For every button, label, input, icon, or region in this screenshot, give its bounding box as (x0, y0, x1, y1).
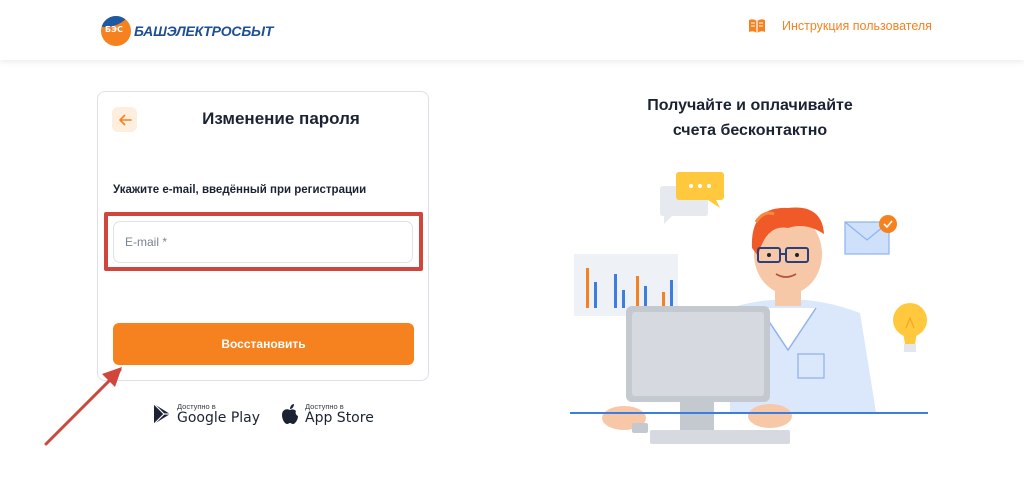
light-bulb-icon (893, 303, 927, 352)
password-reset-card: Изменение пароля Укажите e-mail, введённ… (97, 91, 429, 381)
app-store-badge[interactable]: Доступно в App Store (280, 400, 374, 428)
logo-icon: БЭС (101, 16, 131, 46)
app-store-big-text: App Store (305, 409, 374, 426)
top-header: БЭС БАШЭЛЕКТРОСБЫТ Инструкция пользовате… (0, 0, 1024, 60)
card-title: Изменение пароля (202, 109, 360, 128)
google-play-big-text: Google Play (177, 409, 261, 426)
user-guide-link[interactable]: Инструкция пользователя (748, 17, 932, 35)
restore-button[interactable]: Восстановить (113, 323, 414, 365)
chat-bubble-icon (660, 172, 724, 224)
logo-mark-text: БЭС (105, 25, 123, 34)
promo-title-line2: счета бесконтактно (672, 122, 828, 139)
email-instruction-label: Укажите e-mail, введённый при регистраци… (113, 184, 367, 196)
man-at-computer-illustration (570, 172, 928, 444)
google-play-icon (153, 403, 170, 425)
google-play-badge[interactable]: Доступно в Google Play (152, 400, 260, 428)
company-logo[interactable]: БЭС БАШЭЛЕКТРОСБЫТ (101, 16, 273, 46)
book-icon (749, 19, 765, 33)
email-input[interactable] (113, 221, 413, 263)
user-guide-label: Инструкция пользователя (782, 19, 932, 33)
promo-title-line1: Получайте и оплачивайте (647, 97, 853, 114)
logo-text: БАШЭЛЕКТРОСБЫТ (134, 23, 274, 39)
envelope-icon (844, 215, 897, 255)
promo-title: Получайте и оплачивайте счета бесконтакт… (600, 93, 900, 143)
apple-icon (282, 404, 298, 424)
